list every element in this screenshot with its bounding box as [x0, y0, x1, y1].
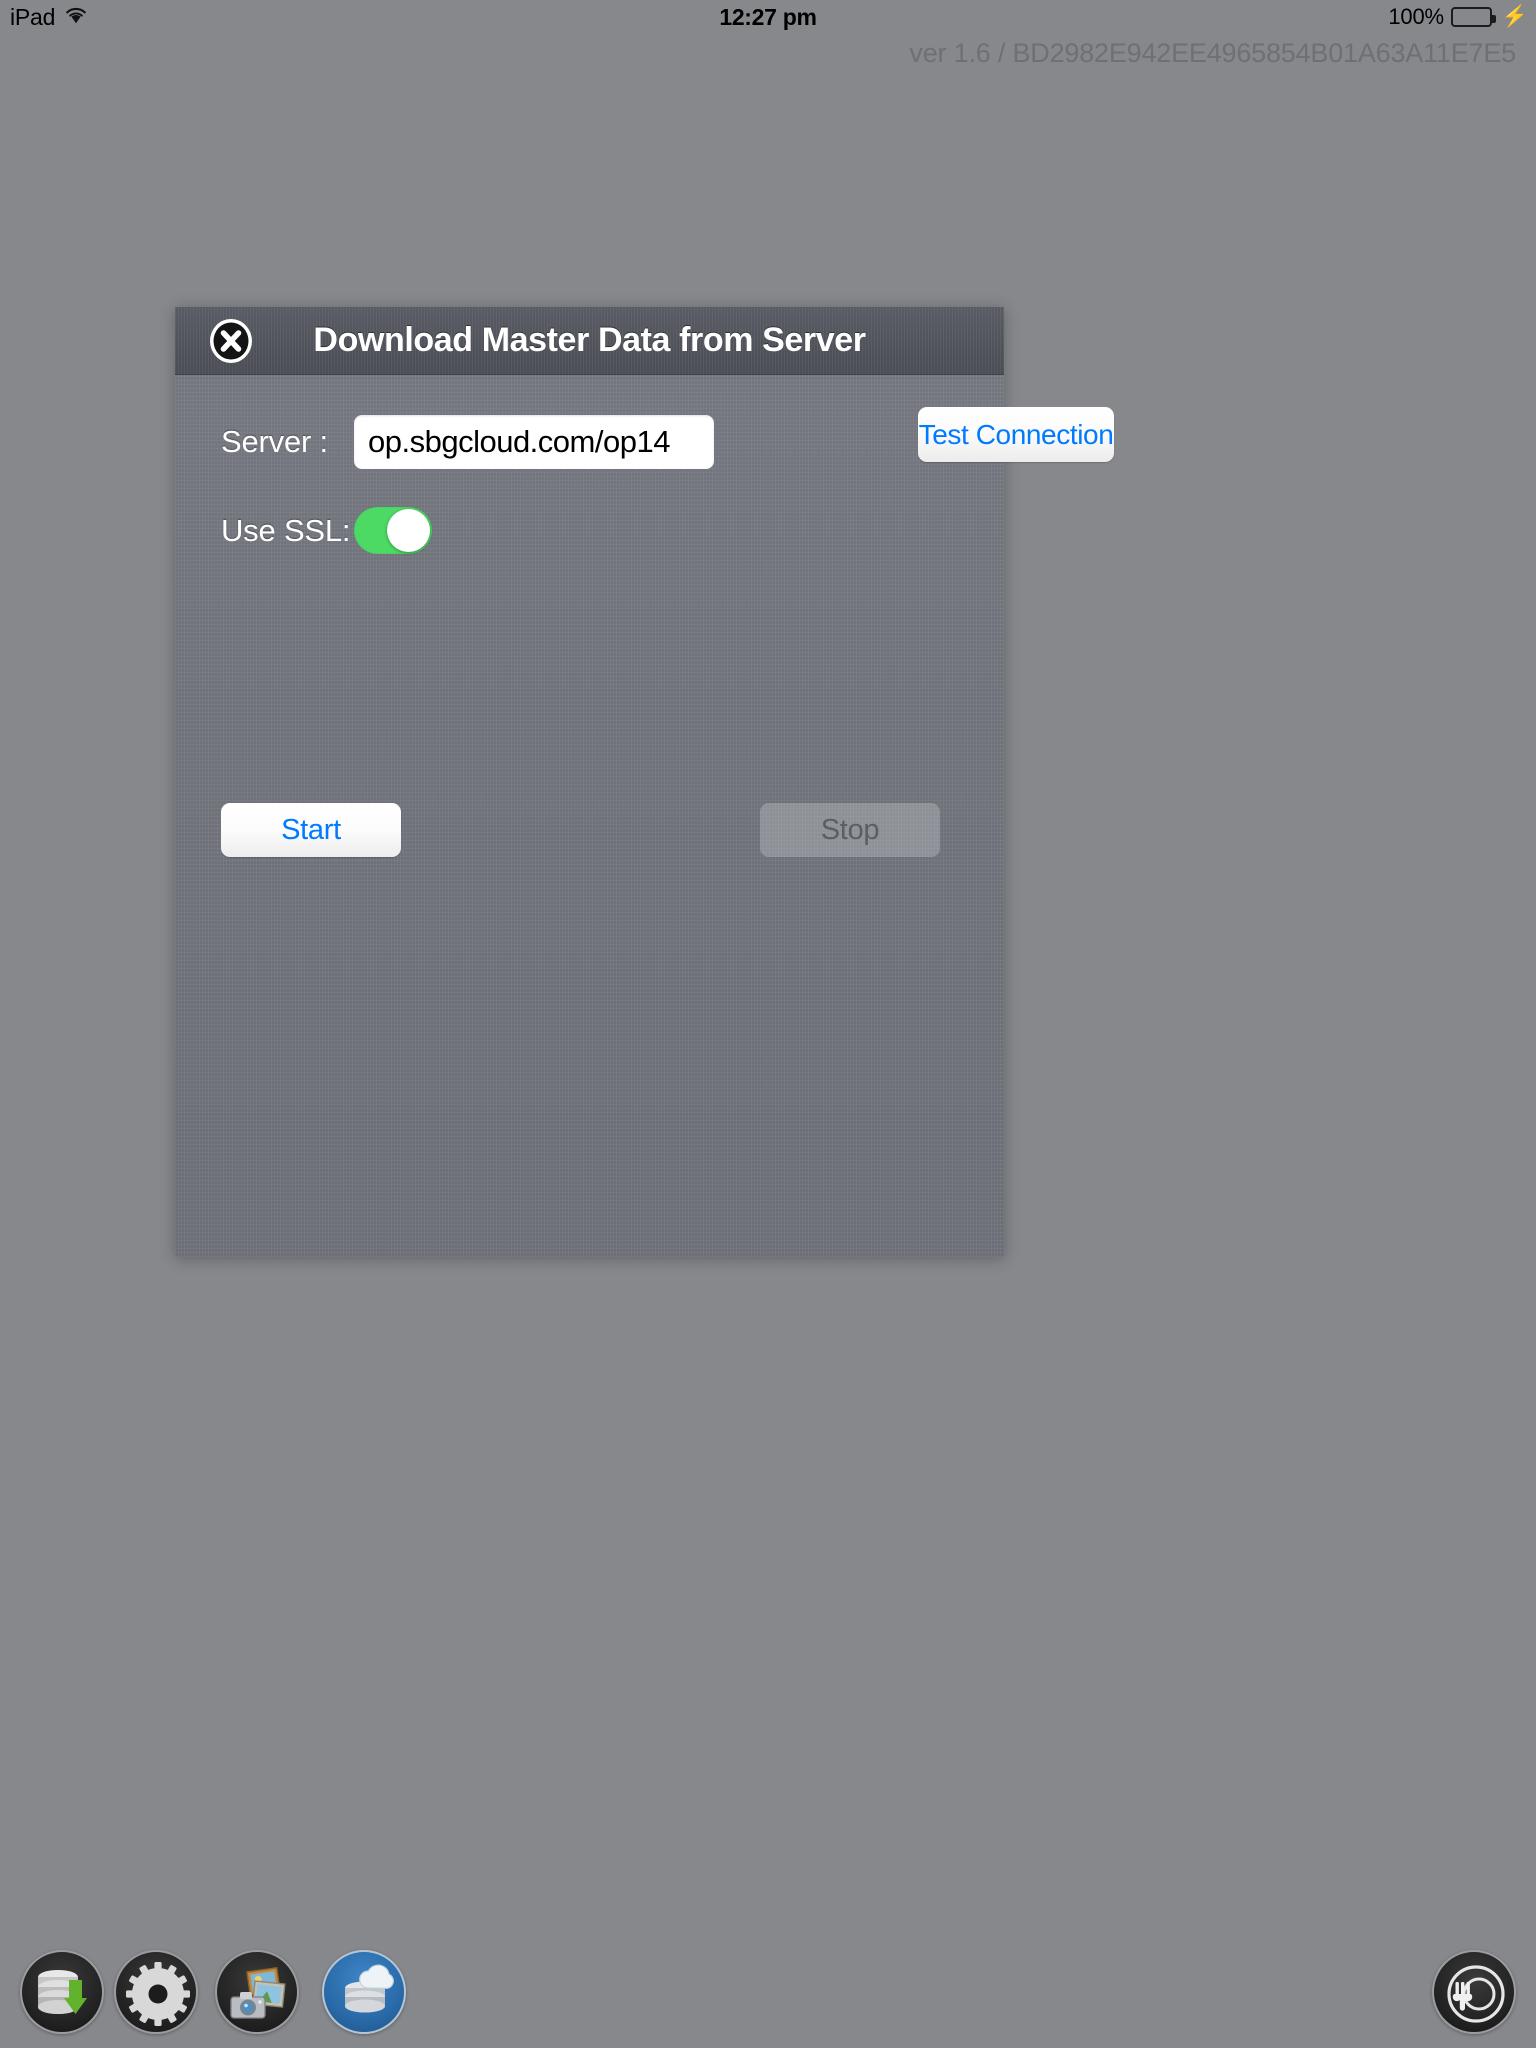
ipad-screen: iPad 12:27 pm 100% ⚡ ver 1.6 / BD2982E94…	[0, 0, 1536, 2048]
version-line: ver 1.6 / BD2982E942EE4965854B01A63A11E7…	[909, 38, 1516, 68]
dialog-body: Server : Test Connection Use SSL: Start …	[175, 375, 1114, 1257]
status-bar-right: 100% ⚡	[1388, 4, 1528, 30]
toggle-knob	[387, 509, 430, 552]
status-bar: iPad 12:27 pm 100% ⚡	[0, 0, 1536, 34]
stop-button: Stop	[760, 803, 940, 857]
fork-plate-icon[interactable]	[1432, 1950, 1516, 2034]
bottom-toolbar	[0, 1936, 1536, 2048]
use-ssl-label: Use SSL:	[221, 512, 351, 548]
server-row: Server :	[221, 415, 714, 469]
use-ssl-row: Use SSL:	[221, 507, 432, 554]
close-x-icon[interactable]	[207, 317, 255, 365]
server-label: Server :	[221, 424, 328, 459]
test-connection-button[interactable]: Test Connection	[918, 407, 1114, 462]
database-download-icon[interactable]	[20, 1950, 104, 2034]
use-ssl-toggle[interactable]	[354, 507, 432, 554]
server-input[interactable]	[354, 415, 714, 469]
battery-icon	[1450, 7, 1496, 27]
camera-photos-icon[interactable]	[215, 1950, 299, 2034]
lightning-bolt-icon: ⚡	[1501, 5, 1528, 28]
gear-icon[interactable]	[114, 1950, 198, 2034]
start-button[interactable]: Start	[221, 803, 401, 857]
dialog-header: Download Master Data from Server	[175, 307, 1004, 375]
battery-percent: 100%	[1388, 4, 1444, 29]
database-cloud-icon[interactable]	[322, 1950, 406, 2034]
download-master-data-dialog: Download Master Data from Server Server …	[175, 307, 1114, 1257]
status-bar-time: 12:27 pm	[719, 3, 817, 30]
dialog-title: Download Master Data from Server	[313, 321, 866, 359]
